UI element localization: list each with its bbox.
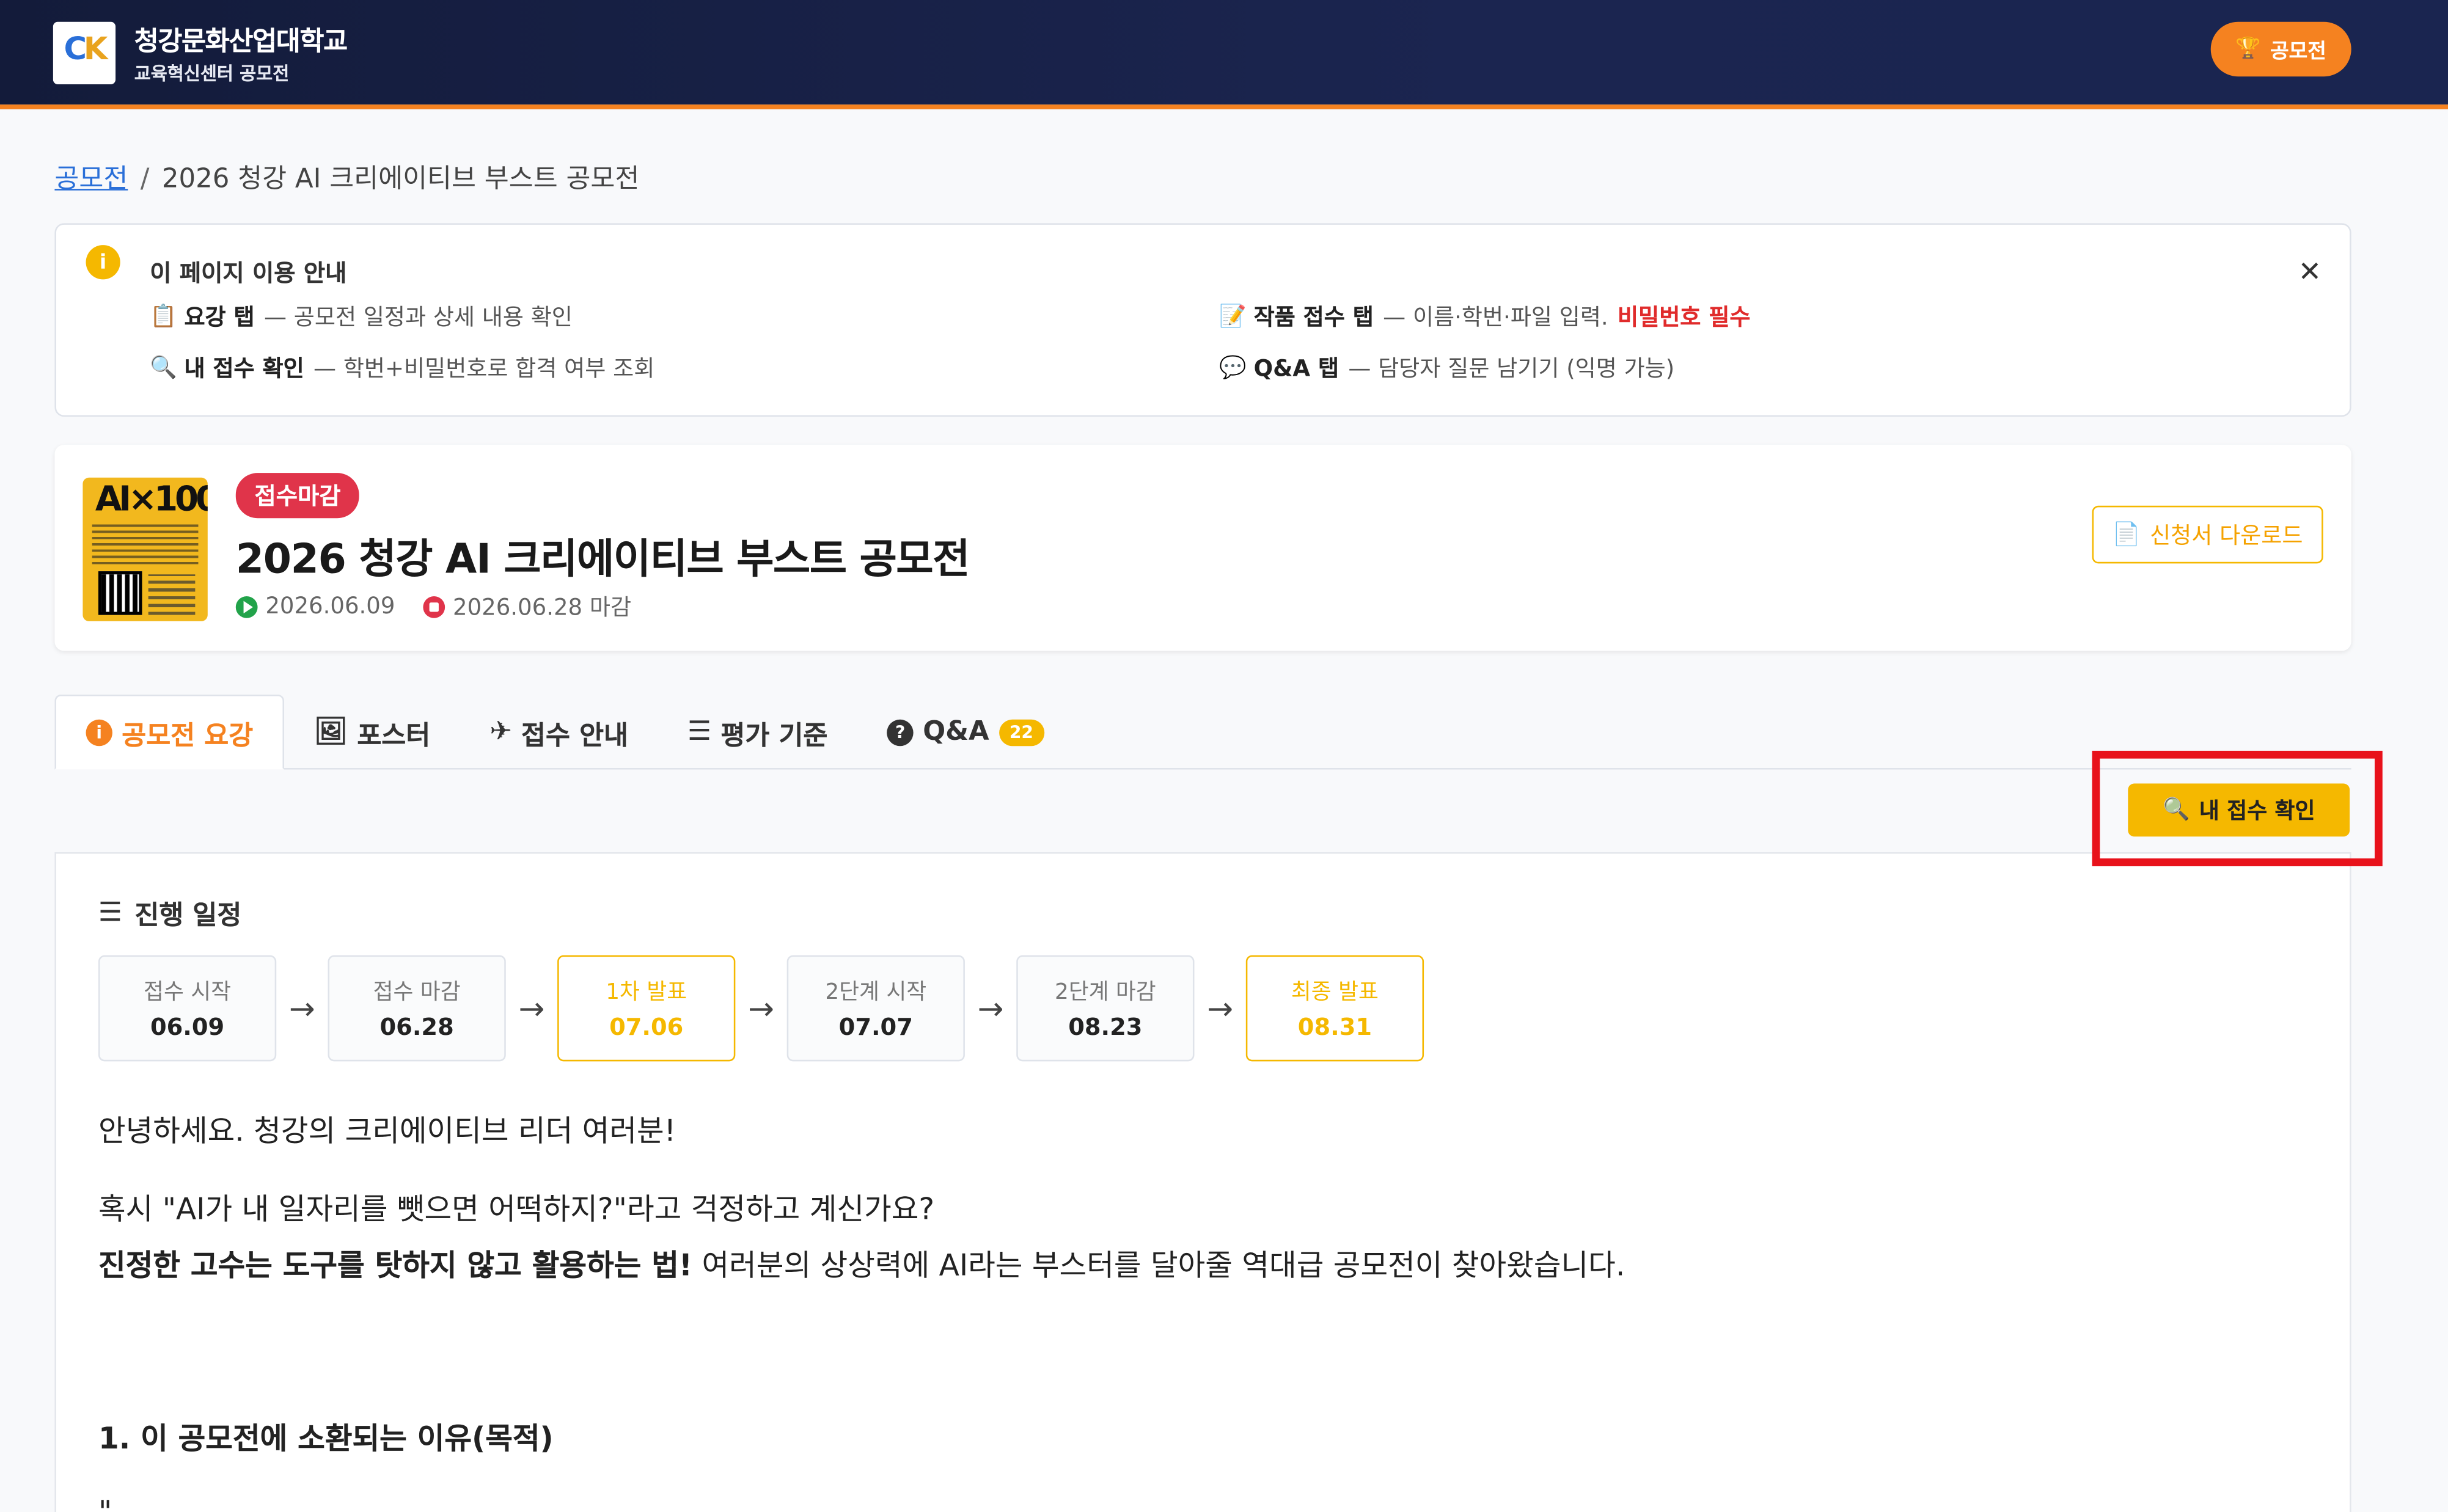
guide-item-qna: 💬 Q&A 탭 — 담당자 질문 남기기 (익명 가능)	[1219, 355, 1675, 382]
timeline-step: 2단계 시작 07.07	[786, 955, 965, 1062]
schedule-title: ☰ 진행 일정	[98, 896, 242, 932]
list-icon: ☰	[98, 896, 122, 928]
partial-text: "	[98, 1496, 112, 1512]
center-name: 교육혁신센터 공모전	[134, 62, 290, 84]
usage-guide-box: i 이 페이지 이용 안내 ✕ 📋 요강 탭 — 공모전 일정과 상세 내용 확…	[54, 223, 2351, 417]
memo-icon: 📝	[1219, 303, 1247, 329]
contest-dates: 2026.06.09 2026.06.28 마감	[235, 590, 632, 623]
timeline-step: 1차 발표 07.06	[557, 955, 736, 1062]
qna-count-badge: 22	[998, 718, 1044, 745]
breadcrumb-separator: /	[140, 164, 150, 195]
school-logo[interactable]: CK	[53, 21, 116, 84]
poster-thumbnail[interactable]: AI×100	[82, 477, 208, 621]
contest-title: 2026 청강 AI 크리에이티브 부스트 공모전	[235, 536, 970, 584]
guide-item-overview: 📋 요강 탭 — 공모전 일정과 상세 내용 확인	[150, 303, 573, 331]
arrow-right-icon: →	[518, 989, 545, 1028]
section-heading: 1. 이 공모전에 소환되는 이유(목적)	[98, 1422, 554, 1456]
checklist-icon: ☰	[687, 716, 712, 748]
image-icon: 🖼	[313, 716, 348, 748]
speech-bubble-icon: 💬	[1219, 355, 1247, 381]
arrow-right-icon: →	[748, 989, 774, 1028]
timeline-step: 최종 발표 08.31	[1245, 955, 1424, 1062]
arrow-right-icon: →	[1207, 989, 1234, 1028]
usage-guide-title: 이 페이지 이용 안내	[150, 259, 347, 288]
guide-item-check: 🔍 내 접수 확인 — 학번+비밀번호로 합격 여부 조회	[150, 355, 655, 382]
stop-icon	[423, 595, 445, 618]
search-icon: 🔍	[2163, 797, 2190, 823]
timeline-step: 접수 마감 06.28	[328, 955, 506, 1062]
tab-submission-guide[interactable]: ✈ 접수 안내	[460, 695, 658, 770]
info-circle-icon: i	[86, 718, 112, 745]
arrow-right-icon: →	[288, 989, 315, 1028]
breadcrumb-root-link[interactable]: 공모전	[54, 164, 128, 195]
tab-poster[interactable]: 🖼 포스터	[284, 695, 460, 770]
timeline-step: 접수 시작 06.09	[98, 955, 277, 1062]
guide-item-submission: 📝 작품 접수 탭 — 이름·학번·파일 입력. 비밀번호 필수	[1219, 303, 1751, 331]
greeting-text: 안녕하세요. 청강의 크리에이티브 리더 여러분!	[98, 1114, 676, 1149]
tab-qna[interactable]: ? Q&A 22	[857, 695, 1074, 770]
question-text: 혹시 "AI가 내 일자리를 뺏으면 어떡하지?"라고 걱정하고 계신가요?	[98, 1192, 935, 1227]
file-icon: 📄	[2112, 522, 2141, 548]
brand: 청강문화산업대학교 교육혁신센터 공모전	[134, 19, 348, 86]
arrow-right-icon: →	[977, 989, 1004, 1028]
end-date: 2026.06.28 마감	[453, 596, 632, 621]
school-name: 청강문화산업대학교	[134, 26, 348, 58]
timeline-step: 2단계 마감 08.23	[1016, 955, 1195, 1062]
schedule-timeline: 접수 시작 06.09 → 접수 마감 06.28 → 1차 발표 07.06 …	[98, 955, 1424, 1062]
contest-tabs: i 공모전 요강 🖼 포스터 ✈ 접수 안내 ☰ 평가 기준 ? Q&A 22	[54, 694, 2351, 770]
breadcrumb-current: 2026 청강 AI 크리에이티브 부스트 공모전	[161, 164, 640, 195]
my-submission-button[interactable]: 🔍 내 접수 확인	[2128, 783, 2350, 837]
overview-content	[54, 852, 2351, 1512]
status-badge: 접수마감	[235, 473, 360, 519]
start-date: 2026.06.09	[265, 594, 395, 619]
paper-plane-icon: ✈	[489, 716, 512, 748]
top-navbar: CK 청강문화산업대학교 교육혁신센터 공모전 🏆 공모전	[0, 0, 2448, 109]
tab-overview[interactable]: i 공모전 요강	[54, 694, 285, 770]
qr-code-icon	[98, 571, 142, 615]
breadcrumb: 공모전 / 2026 청강 AI 크리에이티브 부스트 공모전	[54, 156, 639, 195]
close-icon[interactable]: ✕	[2298, 256, 2322, 289]
play-icon	[235, 595, 258, 618]
intro-text: 진정한 고수는 도구를 탓하지 않고 활용하는 법! 여러분의 상상력에 AI라…	[98, 1248, 1625, 1284]
search-icon: 🔍	[150, 355, 177, 381]
contest-nav-label: 공모전	[2270, 40, 2326, 64]
clipboard-icon: 📋	[150, 303, 177, 329]
download-application-button[interactable]: 📄 신청서 다운로드	[2092, 505, 2323, 564]
question-circle-icon: ?	[887, 718, 914, 745]
tab-evaluation[interactable]: ☰ 평가 기준	[658, 695, 857, 770]
logo-mark: CK	[64, 29, 108, 67]
trophy-icon: 🏆	[2235, 37, 2261, 61]
info-icon: i	[86, 245, 120, 280]
contest-nav-button[interactable]: 🏆 공모전	[2210, 21, 2351, 77]
